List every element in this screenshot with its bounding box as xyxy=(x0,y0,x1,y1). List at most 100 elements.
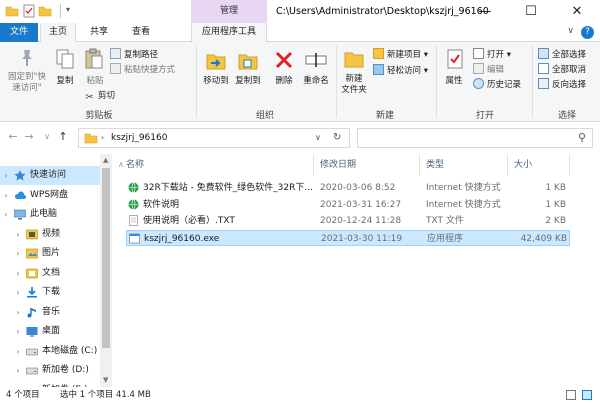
edit-button[interactable]: 编辑 xyxy=(473,63,504,76)
new-folder-icon xyxy=(344,52,364,68)
nav-scroll-thumb[interactable] xyxy=(102,168,110,348)
sidebar-item[interactable]: › 快速访问 xyxy=(0,166,100,185)
sidebar-item[interactable]: › 音乐 xyxy=(0,303,100,322)
paste-shortcut-button[interactable]: 粘贴快捷方式 xyxy=(110,63,175,76)
tab-home[interactable]: 主页 xyxy=(40,23,76,43)
properties-icon xyxy=(447,49,463,69)
table-row[interactable]: 使用说明（必看）.TXT 2020-12-24 11:28 TXT 文件 2 KB xyxy=(126,213,570,229)
help-icon[interactable]: ? xyxy=(581,26,594,39)
open-button[interactable]: 打开 ▾ xyxy=(473,48,511,61)
recent-locations-icon[interactable]: ∨ xyxy=(40,132,54,141)
sidebar-item[interactable]: › 本地磁盘 (C:) xyxy=(0,342,100,361)
address-bar[interactable]: › kszjrj_96160 ∨ ↻ xyxy=(78,128,350,148)
ribbon: 固定到"快速访问" 复制 粘贴 复制路径 粘贴快捷方式 ✂ 剪切 剪贴板 移动到 … xyxy=(0,42,600,122)
search-icon[interactable]: ⚲ xyxy=(578,129,586,147)
select-all-button[interactable]: 全部选择 xyxy=(538,48,586,61)
title-bar: ▾ 管理 C:\Users\Administrator\Desktop\kszj… xyxy=(0,0,600,23)
delete-button[interactable]: 删除 xyxy=(268,76,300,87)
breadcrumb-chevron-icon[interactable]: › xyxy=(101,129,104,147)
quick-access-dropdown-icon[interactable]: ▾ xyxy=(66,5,70,14)
paste-button[interactable]: 粘贴 xyxy=(82,76,108,87)
invert-selection-button[interactable]: 反向选择 xyxy=(538,78,586,91)
new-item-label: 新建项目 xyxy=(387,50,422,60)
up-button[interactable]: ↑ xyxy=(56,130,70,143)
search-input[interactable]: ⚲ xyxy=(357,128,593,148)
expand-chevron-icon[interactable]: › xyxy=(14,283,22,302)
properties-button[interactable]: 属性 xyxy=(440,76,468,87)
open-icon xyxy=(473,48,484,59)
expand-chevron-icon[interactable]: › xyxy=(14,225,22,244)
drive-icon xyxy=(26,361,38,380)
expand-chevron-icon[interactable]: › xyxy=(14,361,22,380)
properties-icon[interactable] xyxy=(22,4,36,18)
tab-app-tools[interactable]: 应用程序工具 xyxy=(191,23,267,43)
pin-quick-access-button[interactable]: 固定到"快速访问" xyxy=(4,72,50,94)
expand-chevron-icon[interactable]: › xyxy=(14,244,22,263)
sidebar-item[interactable]: › 此电脑 xyxy=(0,205,100,224)
expand-chevron-icon[interactable]: › xyxy=(2,186,10,205)
file-name: kszjrj_96160.exe xyxy=(144,233,220,244)
ribbon-collapse-icon[interactable]: ∨ xyxy=(567,26,574,36)
invert-selection-icon xyxy=(538,78,549,89)
rename-button[interactable]: 重命名 xyxy=(300,76,332,87)
expand-chevron-icon[interactable]: › xyxy=(2,166,10,185)
file-modified: 2021-03-30 11:19 xyxy=(321,233,403,244)
file-type: TXT 文件 xyxy=(426,216,464,226)
context-group-manage: 管理 xyxy=(191,0,267,23)
history-button[interactable]: 历史记录 xyxy=(473,78,521,91)
item-count: 4 个项目 xyxy=(6,390,40,400)
easy-access-button[interactable]: 轻松访问 ▾ xyxy=(373,64,428,77)
large-icons-view-icon[interactable] xyxy=(582,390,592,400)
delete-icon xyxy=(275,51,293,69)
cut-label: 剪切 xyxy=(98,91,116,101)
file-modified: 2021-03-31 16:27 xyxy=(320,199,402,210)
tab-file[interactable]: 文件 xyxy=(0,23,38,42)
expand-chevron-icon[interactable]: › xyxy=(14,342,22,361)
nav-scrollbar[interactable]: ▲ ▼ xyxy=(100,154,112,387)
sidebar-item[interactable]: › 图片 xyxy=(0,244,100,263)
music-icon xyxy=(26,303,38,322)
minimize-button[interactable]: — xyxy=(462,0,508,23)
folder-icon[interactable] xyxy=(5,4,19,18)
copy-to-button[interactable]: 复制到 xyxy=(230,76,266,87)
scroll-up-icon[interactable]: ▲ xyxy=(103,156,108,164)
column-header-modified[interactable]: 修改日期 xyxy=(314,154,420,176)
move-to-button[interactable]: 移动到 xyxy=(198,76,234,87)
select-none-button[interactable]: 全部取消 xyxy=(538,63,586,76)
sidebar-item[interactable]: › 新加卷 (D:) xyxy=(0,361,100,380)
new-folder-icon[interactable] xyxy=(38,4,52,18)
cut-button[interactable]: ✂ 剪切 xyxy=(84,90,115,103)
tab-share[interactable]: 共享 xyxy=(80,23,118,42)
new-item-button[interactable]: 新建项目 ▾ xyxy=(373,48,428,61)
copy-path-button[interactable]: 复制路径 xyxy=(110,48,158,61)
forward-button[interactable]: → xyxy=(22,130,36,143)
column-header-name[interactable]: 名称 xyxy=(120,154,314,176)
sidebar-item[interactable]: › 下载 xyxy=(0,283,100,302)
column-header-size[interactable]: 大小 xyxy=(508,154,570,176)
refresh-button[interactable]: ↻ xyxy=(333,129,341,147)
sidebar-item[interactable]: › WPS网盘 xyxy=(0,186,100,205)
sidebar-item[interactable]: › 视频 xyxy=(0,225,100,244)
tab-view[interactable]: 查看 xyxy=(122,23,160,42)
back-button[interactable]: ← xyxy=(6,130,20,143)
column-header-type[interactable]: 类型 xyxy=(420,154,508,176)
table-row[interactable]: 32R下载站 - 免费软件_绿色软件_32R下... 2020-03-06 8:5… xyxy=(126,180,570,196)
new-folder-button[interactable]: 新建 文件夹 xyxy=(336,74,372,96)
close-button[interactable]: ✕ xyxy=(554,0,600,23)
sidebar-item-label: 桌面 xyxy=(42,326,61,336)
sidebar-item-label: 此电脑 xyxy=(30,209,58,219)
scroll-down-icon[interactable]: ▼ xyxy=(103,376,108,384)
expand-chevron-icon[interactable]: › xyxy=(2,205,10,224)
copy-button[interactable]: 复制 xyxy=(52,76,78,87)
maximize-button[interactable]: ☐ xyxy=(508,0,554,23)
table-row[interactable]: 软件说明 2021-03-31 16:27 Internet 快捷方式 1 KB xyxy=(126,197,570,213)
expand-chevron-icon[interactable]: › xyxy=(14,322,22,341)
sidebar-item[interactable]: › 桌面 xyxy=(0,322,100,341)
address-dropdown-icon[interactable]: ∨ xyxy=(315,129,321,147)
expand-chevron-icon[interactable]: › xyxy=(14,264,22,283)
table-row[interactable]: kszjrj_96160.exe 2021-03-30 11:19 应用程序 42,4… xyxy=(126,229,570,246)
sidebar-item[interactable]: › 文档 xyxy=(0,264,100,283)
details-view-icon[interactable] xyxy=(566,390,576,400)
breadcrumb[interactable]: kszjrj_96160 xyxy=(111,129,167,147)
expand-chevron-icon[interactable]: › xyxy=(14,303,22,322)
